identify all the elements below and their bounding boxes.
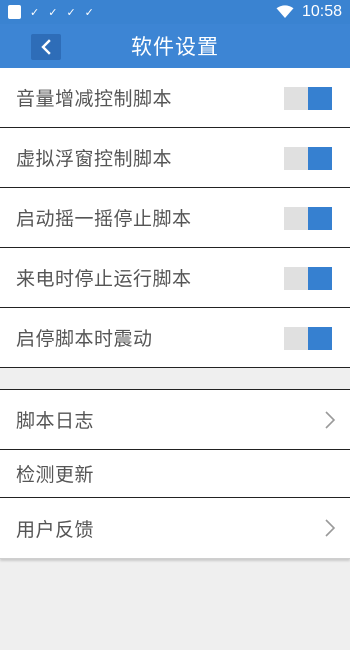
menu-item-label: 用户反馈 bbox=[16, 518, 95, 541]
setting-label: 启动摇一摇停止脚本 bbox=[16, 208, 192, 230]
floating-window-toggle[interactable] bbox=[284, 147, 332, 170]
toggle-thumb bbox=[308, 147, 332, 170]
shake-to-stop-toggle[interactable] bbox=[284, 207, 332, 230]
page-title: 软件设置 bbox=[131, 35, 219, 59]
menu-item-check-update[interactable]: 检测更新 bbox=[0, 450, 350, 498]
app-bar: 软件设置 bbox=[0, 24, 350, 68]
stop-on-call-toggle[interactable] bbox=[284, 267, 332, 290]
menu-item-label: 脚本日志 bbox=[16, 410, 95, 432]
vibrate-toggle[interactable] bbox=[284, 327, 332, 350]
menu-item-label: 检测更新 bbox=[16, 464, 95, 486]
toggle-thumb bbox=[308, 327, 332, 350]
setting-row-vibrate[interactable]: 启停脚本时震动 bbox=[0, 308, 350, 368]
menu-list: 脚本日志 检测更新 用户反馈 bbox=[0, 389, 350, 559]
setting-row-floating-window[interactable]: 虚拟浮窗控制脚本 bbox=[0, 128, 350, 188]
check-icon: ✓ bbox=[30, 5, 40, 19]
chevron-left-icon bbox=[41, 39, 51, 55]
back-button[interactable] bbox=[31, 34, 61, 60]
setting-label: 虚拟浮窗控制脚本 bbox=[16, 148, 173, 170]
app-icon bbox=[8, 5, 21, 19]
wifi-icon bbox=[276, 5, 294, 18]
setting-label: 启停脚本时震动 bbox=[16, 328, 153, 350]
check-icon: ✓ bbox=[66, 5, 76, 19]
setting-label: 来电时停止运行脚本 bbox=[16, 268, 192, 290]
menu-item-script-log[interactable]: 脚本日志 bbox=[0, 390, 350, 450]
settings-toggle-list: 音量增减控制脚本 虚拟浮窗控制脚本 启动摇一摇停止脚本 来电时停止运行脚本 启停… bbox=[0, 68, 350, 368]
toggle-thumb bbox=[308, 267, 332, 290]
chevron-right-icon bbox=[325, 410, 336, 429]
status-bar: ✓ ✓ ✓ ✓ 10:58 bbox=[0, 0, 350, 24]
notification-area: ✓ ✓ ✓ ✓ bbox=[8, 5, 94, 19]
setting-label: 音量增减控制脚本 bbox=[16, 88, 173, 110]
check-icon: ✓ bbox=[48, 5, 58, 19]
toggle-thumb bbox=[308, 87, 332, 110]
setting-row-volume-control[interactable]: 音量增减控制脚本 bbox=[0, 68, 350, 128]
menu-item-feedback[interactable]: 用户反馈 bbox=[0, 498, 350, 558]
check-icon: ✓ bbox=[84, 5, 94, 19]
setting-row-stop-on-call[interactable]: 来电时停止运行脚本 bbox=[0, 248, 350, 308]
clock: 10:58 bbox=[301, 3, 342, 20]
chevron-right-icon bbox=[325, 519, 336, 537]
setting-row-shake-to-stop[interactable]: 启动摇一摇停止脚本 bbox=[0, 188, 350, 248]
toggle-thumb bbox=[308, 207, 332, 230]
volume-control-toggle[interactable] bbox=[284, 87, 332, 110]
